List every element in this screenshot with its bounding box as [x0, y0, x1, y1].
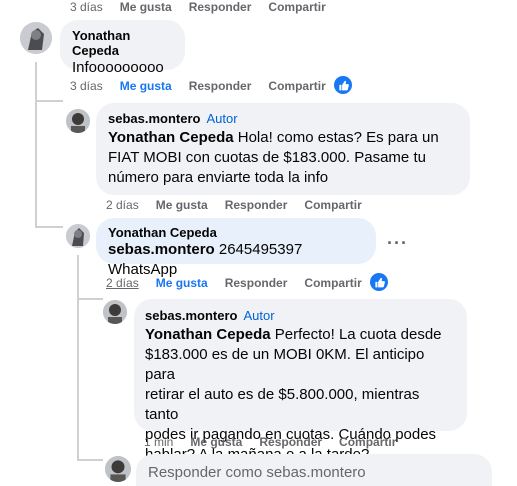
- comment-author[interactable]: Yonathan Cepeda: [72, 28, 173, 58]
- comment-time[interactable]: 3 días: [70, 0, 103, 14]
- avatar[interactable]: [66, 109, 90, 133]
- comment-header: sebas.montero Autor: [145, 307, 456, 325]
- comment-bubble: sebas.montero Autor Yonathan Cepeda Perfe…: [134, 299, 467, 463]
- comment-actions: 3 días Me gusta Responder Compartir: [70, 79, 343, 93]
- comment-actions: 1 min Me gusta Responder Compartir: [144, 435, 413, 449]
- share-button[interactable]: Compartir: [268, 79, 325, 93]
- comment-author[interactable]: sebas.montero: [108, 111, 200, 126]
- comment-thread: 3 días Me gusta Responder Compartir Yona…: [0, 0, 517, 486]
- thread-line-branch-1: [35, 100, 63, 102]
- like-button[interactable]: Me gusta: [190, 435, 242, 449]
- comment-time[interactable]: 1 min: [144, 435, 173, 449]
- like-reaction-icon[interactable]: [334, 76, 352, 94]
- comment-author[interactable]: sebas.montero: [145, 308, 237, 323]
- reply-button[interactable]: Responder: [189, 0, 252, 14]
- mention[interactable]: Yonathan Cepeda: [108, 129, 234, 146]
- avatar[interactable]: [66, 224, 90, 248]
- author-badge: Autor: [243, 308, 275, 323]
- reply-button[interactable]: Responder: [189, 79, 252, 93]
- avatar: [105, 456, 131, 482]
- thread-line-branch-2: [35, 226, 63, 228]
- comment-author[interactable]: Yonathan Cepeda: [108, 225, 364, 240]
- like-reaction-icon[interactable]: [370, 273, 388, 291]
- like-button[interactable]: Me gusta: [156, 276, 208, 290]
- share-button[interactable]: Compartir: [268, 0, 325, 14]
- author-badge: Autor: [206, 111, 238, 126]
- comment-actions: 2 días Me gusta Responder Compartir: [106, 198, 379, 212]
- comment-bubble: Yonathan Cepeda Infooooooooo: [60, 20, 185, 76]
- mention[interactable]: sebas.montero: [108, 241, 215, 258]
- avatar[interactable]: [103, 300, 127, 324]
- thread-line-main: [35, 62, 37, 227]
- like-button[interactable]: Me gusta: [156, 198, 208, 212]
- mention[interactable]: Yonathan Cepeda: [145, 326, 271, 343]
- avatar[interactable]: [20, 22, 52, 54]
- like-button[interactable]: Me gusta: [120, 79, 172, 93]
- share-button[interactable]: Compartir: [339, 435, 396, 449]
- comment-text: Yonathan Cepeda Hola! como estas? Es par…: [108, 129, 439, 186]
- reply-button[interactable]: Responder: [225, 198, 288, 212]
- reply-button[interactable]: Responder: [225, 276, 288, 290]
- like-button[interactable]: Me gusta: [120, 0, 172, 14]
- comment-bubble: Yonathan Cepeda sebas.montero 2645495397…: [96, 218, 376, 278]
- share-button[interactable]: Compartir: [304, 198, 361, 212]
- comment-time[interactable]: 3 días: [70, 79, 103, 93]
- more-options-icon[interactable]: ···: [387, 234, 408, 252]
- reply-button[interactable]: Responder: [259, 435, 322, 449]
- comment-header: sebas.montero Autor: [108, 110, 458, 128]
- comment-time[interactable]: 2 días: [106, 198, 139, 212]
- comment-bubble: sebas.montero Autor Yonathan Cepeda Hola!…: [96, 103, 470, 195]
- thread-line-sub: [77, 255, 79, 460]
- comment-text: sebas.montero 2645495397 WhatsApp: [108, 241, 303, 278]
- thread-line-branch-4: [77, 459, 103, 461]
- thread-line-branch-3: [77, 298, 103, 300]
- comment-time[interactable]: 2 días: [106, 276, 139, 290]
- comment-text: Infooooooooo: [72, 59, 164, 76]
- share-button[interactable]: Compartir: [304, 276, 361, 290]
- comment-actions: 2 días Me gusta Responder Compartir: [106, 276, 379, 290]
- previous-comment-actions: 3 días Me gusta Responder Compartir: [70, 0, 343, 14]
- reply-input[interactable]: Responder como sebas.montero: [136, 454, 492, 486]
